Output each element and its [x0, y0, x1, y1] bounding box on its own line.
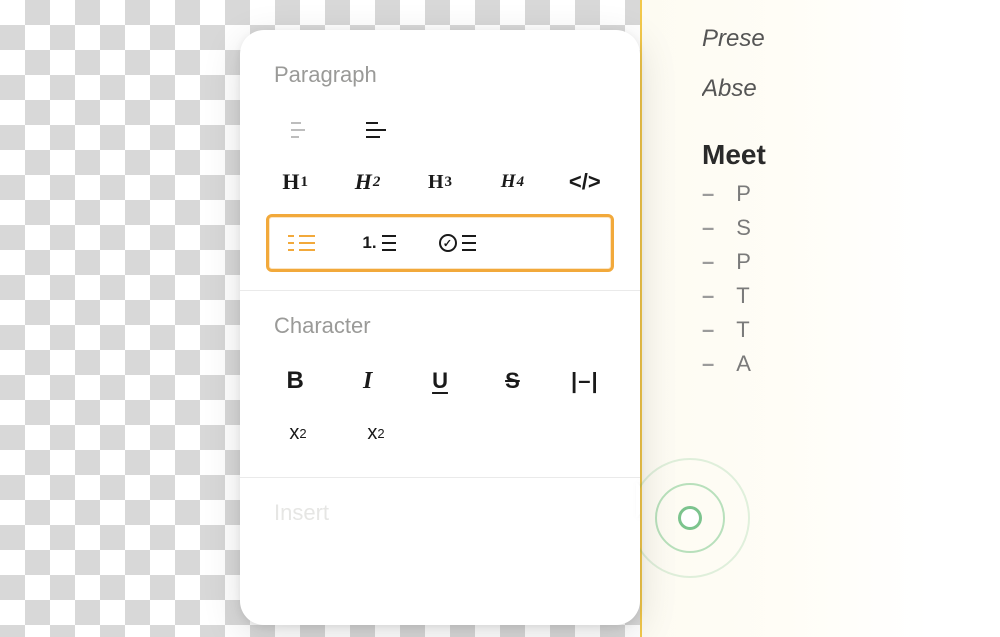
doc-line-absent: Abse — [702, 75, 1000, 103]
list-type-row-highlighted: 1. ✓ — [266, 214, 614, 272]
document-background: Prese Abse Meet –P –S –P –T –T –A — [640, 0, 1000, 637]
highlight-button[interactable]: |–| — [564, 361, 606, 401]
format-popover: Paragraph H1 H2 H3 H4 </> — [240, 30, 640, 625]
doc-line-present: Prese — [702, 25, 1000, 53]
h-letter: H — [501, 171, 516, 193]
doc-bullet-text: T — [736, 317, 749, 343]
heading-row: H1 H2 H3 H4 </> — [240, 156, 640, 208]
doc-bullet: –P — [702, 249, 1000, 275]
h-letter: H — [428, 171, 444, 194]
check-glyph: ✓ — [443, 237, 452, 250]
h-num: 2 — [373, 174, 381, 191]
checklist-button[interactable]: ✓ — [433, 223, 481, 263]
numbered-list-button[interactable]: 1. — [355, 223, 403, 263]
doc-bullet: –P — [702, 181, 1000, 207]
doc-bullet: –A — [702, 351, 1000, 377]
doc-bullet: –T — [702, 317, 1000, 343]
ordered-prefix: 1. — [362, 233, 376, 253]
character-row-2: x2 x2 — [240, 407, 640, 459]
sup-base: x — [289, 422, 299, 445]
align-left-inactive-icon[interactable] — [274, 110, 322, 150]
doc-bullet: –T — [702, 283, 1000, 309]
h-letter: H — [282, 169, 299, 195]
subscript-button[interactable]: x2 — [352, 413, 400, 453]
doc-bullet: –S — [702, 215, 1000, 241]
h-num: 1 — [301, 174, 309, 191]
heading-2-button[interactable]: H2 — [346, 162, 388, 202]
align-left-icon[interactable] — [352, 110, 400, 150]
doc-bullet-text: A — [736, 351, 751, 377]
character-row-1: B I U S |–| — [240, 355, 640, 407]
doc-bullet-text: T — [736, 283, 749, 309]
bold-button[interactable]: B — [274, 361, 316, 401]
doc-heading-meet: Meet — [702, 139, 1000, 171]
alignment-row — [240, 104, 640, 156]
strikethrough-button[interactable]: S — [491, 361, 533, 401]
h-letter: H — [355, 169, 372, 195]
doc-bullet-text: P — [736, 181, 751, 207]
paragraph-section-title: Paragraph — [240, 62, 640, 104]
bulleted-list-button[interactable] — [277, 223, 325, 263]
h-num: 3 — [445, 174, 453, 191]
character-section-title: Character — [240, 313, 640, 355]
heading-1-button[interactable]: H1 — [274, 162, 316, 202]
sub-base: x — [367, 422, 377, 445]
sub-exp: 2 — [377, 426, 384, 441]
check-circle-icon: ✓ — [439, 234, 457, 252]
doc-bullet-text: S — [736, 215, 751, 241]
code-block-button[interactable]: </> — [564, 162, 606, 202]
insert-section-title: Insert — [240, 500, 640, 526]
heading-3-button[interactable]: H3 — [419, 162, 461, 202]
heading-4-button[interactable]: H4 — [491, 162, 533, 202]
underline-button[interactable]: U — [419, 361, 461, 401]
italic-button[interactable]: I — [346, 361, 388, 401]
h-num: 4 — [517, 174, 525, 191]
superscript-button[interactable]: x2 — [274, 413, 322, 453]
divider — [240, 290, 640, 291]
divider — [240, 477, 640, 478]
sup-exp: 2 — [299, 426, 306, 441]
doc-bullet-text: P — [736, 249, 751, 275]
